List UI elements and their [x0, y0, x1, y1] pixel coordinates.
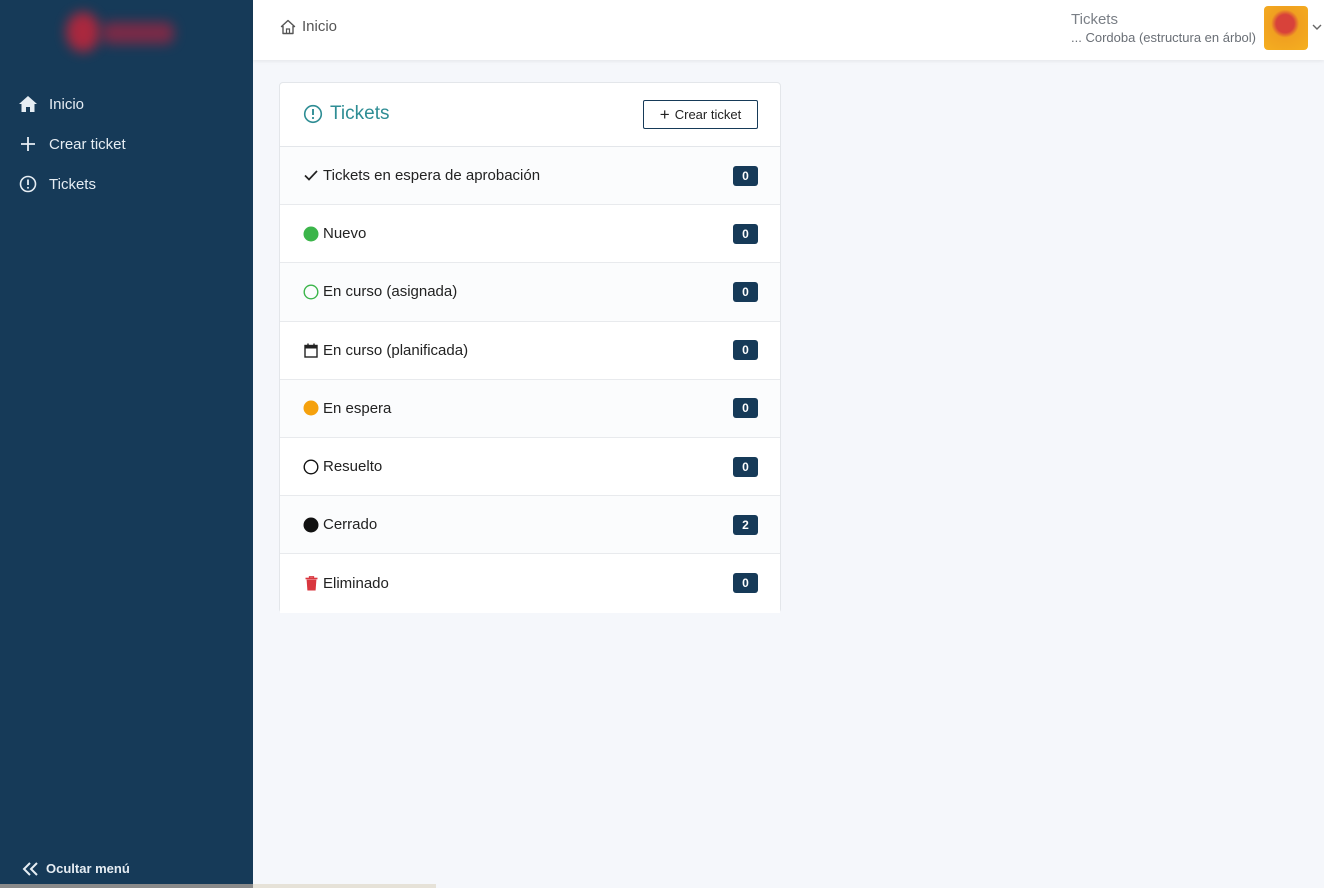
- count-badge: 0: [733, 165, 758, 186]
- sidebar-item-crear-ticket[interactable]: Crear ticket: [0, 124, 253, 164]
- count-badge: 0: [733, 398, 758, 419]
- calendar-icon: [302, 341, 320, 359]
- company-logo[interactable]: [66, 10, 176, 54]
- create-ticket-button[interactable]: + Crear ticket: [643, 100, 758, 129]
- sidebar-item-label: Crear ticket: [49, 135, 126, 153]
- status-row-nuevo[interactable]: Nuevo 0: [280, 205, 780, 264]
- create-ticket-label: Crear ticket: [674, 107, 742, 122]
- status-row-waiting-approval[interactable]: Tickets en espera de aprobación 0: [280, 147, 780, 206]
- status-row-eliminado[interactable]: Eliminado 0: [280, 554, 780, 613]
- status-row-resuelto[interactable]: Resuelto 0: [280, 437, 780, 497]
- status-row-cerrado[interactable]: Cerrado 2: [280, 496, 780, 555]
- exclamation-circle-icon: [18, 174, 38, 194]
- trash-icon: [302, 574, 320, 592]
- bottom-scrollbar[interactable]: [0, 884, 436, 888]
- user-entity-info[interactable]: Tickets ... Cordoba (estructura en árbol…: [1071, 11, 1256, 45]
- status-row-en-curso-asignada[interactable]: En curso (asignada) 0: [280, 263, 780, 322]
- check-icon: [302, 167, 320, 185]
- plus-icon: [18, 134, 38, 154]
- count-badge: 2: [733, 514, 758, 535]
- sidebar-item-label: Tickets: [49, 175, 96, 193]
- status-row-en-espera[interactable]: En espera 0: [280, 379, 780, 438]
- count-badge: 0: [733, 573, 758, 594]
- user-profile-title: Tickets: [1071, 11, 1118, 28]
- home-outline-icon: [280, 19, 296, 34]
- count-badge: 0: [733, 340, 758, 361]
- status-label: Cerrado: [323, 516, 378, 534]
- chevron-down-icon[interactable]: [1312, 24, 1322, 31]
- exclamation-circle-icon: [303, 104, 323, 124]
- breadcrumb[interactable]: Inicio: [280, 18, 337, 35]
- status-label: Nuevo: [323, 225, 367, 243]
- status-label: En curso (asignada): [323, 283, 458, 301]
- plus-icon: +: [659, 105, 670, 124]
- sidebar-item-label: Inicio: [49, 95, 85, 113]
- count-badge: 0: [733, 281, 758, 302]
- home-icon: [18, 94, 38, 114]
- status-label: Eliminado: [323, 574, 389, 592]
- card-header: Tickets + Crear ticket: [280, 83, 780, 147]
- count-badge: 0: [733, 223, 758, 244]
- count-badge: 0: [733, 456, 758, 477]
- status-label: En curso (planificada): [323, 341, 469, 359]
- ticket-status-list: Tickets en espera de aprobación 0 Nuevo …: [280, 147, 780, 613]
- user-entity-name: ... Cordoba (estructura en árbol): [1071, 30, 1256, 45]
- status-row-en-curso-planificada[interactable]: En curso (planificada) 0: [280, 321, 780, 380]
- sidebar-item-inicio[interactable]: Inicio: [0, 84, 253, 124]
- tickets-card: Tickets + Crear ticket Tickets en espera…: [279, 82, 781, 613]
- avatar[interactable]: [1264, 6, 1308, 50]
- sidebar: Inicio Crear ticket Tickets Ocultar menú: [0, 0, 253, 888]
- card-title: Tickets: [303, 103, 389, 125]
- top-header: Inicio Tickets ... Cordoba (estructura e…: [253, 0, 1324, 60]
- sidebar-nav: Inicio Crear ticket Tickets: [0, 84, 253, 204]
- status-label: En espera: [323, 399, 392, 417]
- black-outline-circle-icon: [302, 458, 320, 476]
- green-outline-circle-icon: [302, 283, 320, 301]
- black-filled-circle-icon: [302, 516, 320, 534]
- double-chevron-left-icon: [22, 861, 38, 876]
- status-label: Resuelto: [323, 458, 383, 476]
- status-label: Tickets en espera de aprobación: [323, 167, 541, 185]
- green-filled-circle-icon: [302, 225, 320, 243]
- breadcrumb-label: Inicio: [302, 18, 338, 35]
- hide-menu-button[interactable]: Ocultar menú: [22, 861, 130, 876]
- orange-filled-circle-icon: [302, 399, 320, 417]
- sidebar-item-tickets[interactable]: Tickets: [0, 164, 253, 204]
- hide-menu-label: Ocultar menú: [46, 861, 130, 876]
- card-title-text: Tickets: [330, 103, 390, 124]
